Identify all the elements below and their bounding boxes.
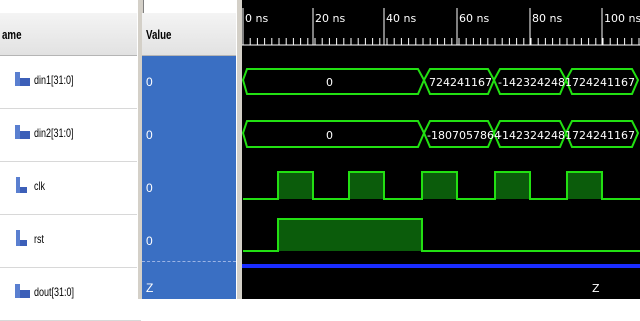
signal-name: din1[31:0]	[34, 73, 74, 87]
name-column-header[interactable]: ame	[0, 13, 141, 56]
clk-high-pulse	[278, 172, 313, 199]
name-header-label: ame	[2, 27, 22, 42]
tick-label: 0 ns	[245, 12, 268, 25]
signal-name: din2[31:0]	[34, 126, 74, 140]
bus-value: Z	[592, 282, 600, 295]
tick-label: 20 ns	[315, 12, 345, 25]
signal-row-dout[interactable]: dout[31:0]	[0, 268, 141, 321]
bus-value: 724241167	[572, 129, 635, 142]
bus-value: -1423242481	[498, 129, 572, 142]
bus-signal-icon	[15, 284, 30, 298]
clk-high-pulse	[567, 172, 602, 199]
value-column-header[interactable]: Value	[142, 13, 236, 56]
bus-segment	[241, 120, 426, 148]
bus-value: 724241167	[429, 76, 492, 89]
value-row-divider	[142, 261, 236, 263]
clk-high-pulse	[495, 172, 530, 199]
signal-row-din2[interactable]: din2[31:0]	[0, 109, 141, 162]
value-header-label: Value	[146, 27, 172, 42]
bus-value: 0	[326, 76, 333, 89]
clk-high-pulse	[349, 172, 384, 199]
signal-name: rst	[34, 232, 45, 246]
time-ruler: 0 ns 20 ns 40 ns 60 ns 80 ns 100 ns	[242, 8, 640, 46]
signal-row-din1[interactable]: din1[31:0]	[0, 56, 141, 109]
signal-name: clk	[34, 179, 46, 193]
bus-value: 724241167	[572, 76, 635, 89]
bit-signal-icon	[16, 230, 27, 246]
tick-label: 80 ns	[532, 12, 562, 25]
tick-label: 100 ns	[604, 12, 640, 25]
signal-row-clk[interactable]: clk	[0, 162, 141, 215]
clk-high-pulse	[422, 172, 457, 199]
signal-value: Z	[146, 281, 154, 295]
bus-value: -1423242481	[498, 76, 572, 89]
waveform-canvas[interactable]: 0 ns 20 ns 40 ns 60 ns 80 ns 100 ns 0 72…	[241, 0, 640, 299]
signal-value: 0	[146, 128, 153, 142]
bus-signal-icon	[15, 72, 30, 86]
signal-row-rst[interactable]: rst	[0, 215, 141, 268]
signal-value: 0	[146, 234, 153, 248]
bus-segment	[241, 68, 426, 95]
bus-value: 0	[326, 129, 333, 142]
tick-label: 60 ns	[459, 12, 489, 25]
signal-name: dout[31:0]	[34, 285, 75, 299]
bus-signal-icon	[15, 125, 30, 139]
wave-dout[interactable]: Z	[242, 264, 640, 295]
wave-rst[interactable]	[243, 218, 640, 252]
bus-value: -1807057864	[427, 129, 501, 142]
bit-signal-icon	[16, 177, 27, 193]
rst-high-region	[278, 219, 422, 251]
tick-label: 40 ns	[386, 12, 416, 25]
wave-clk[interactable]	[243, 171, 640, 200]
waveform-area[interactable]: 0 ns 20 ns 40 ns 60 ns 80 ns 100 ns 0 72…	[241, 0, 640, 299]
signal-value: 0	[146, 181, 153, 195]
signal-value: 0	[146, 75, 153, 89]
